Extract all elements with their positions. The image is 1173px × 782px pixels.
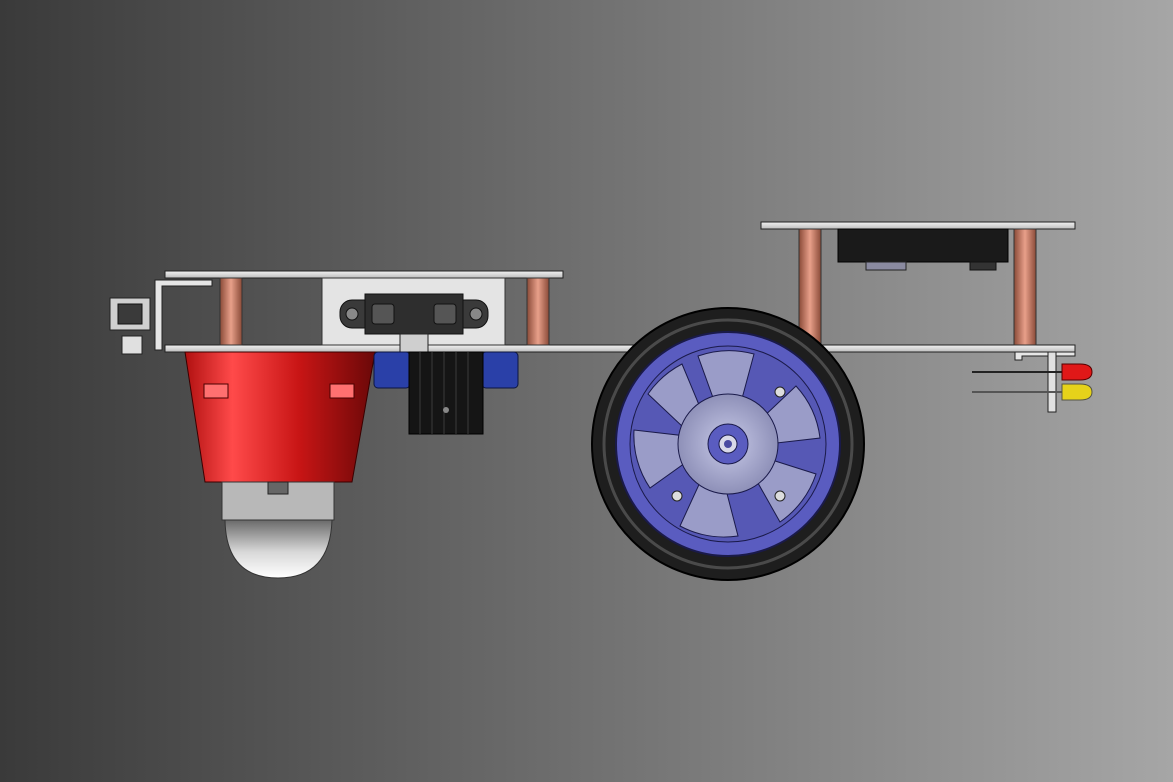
drive-wheel [591,307,865,581]
cad-viewport [0,0,1173,782]
controller-board [837,228,1009,263]
upper-front-plate [164,270,564,279]
lower-deck-plate [164,344,1076,353]
servo-mount-right [481,351,519,389]
upper-rear-plate [760,221,1076,230]
led-yellow [1061,383,1093,401]
standoff [1013,228,1037,346]
standoff [798,228,822,346]
led-red [1061,363,1093,381]
robot-cad-drawing [0,0,1173,782]
caster-housing [184,351,376,483]
standoff [219,277,243,346]
standoff [526,277,550,346]
servo-mount-left [373,351,411,389]
